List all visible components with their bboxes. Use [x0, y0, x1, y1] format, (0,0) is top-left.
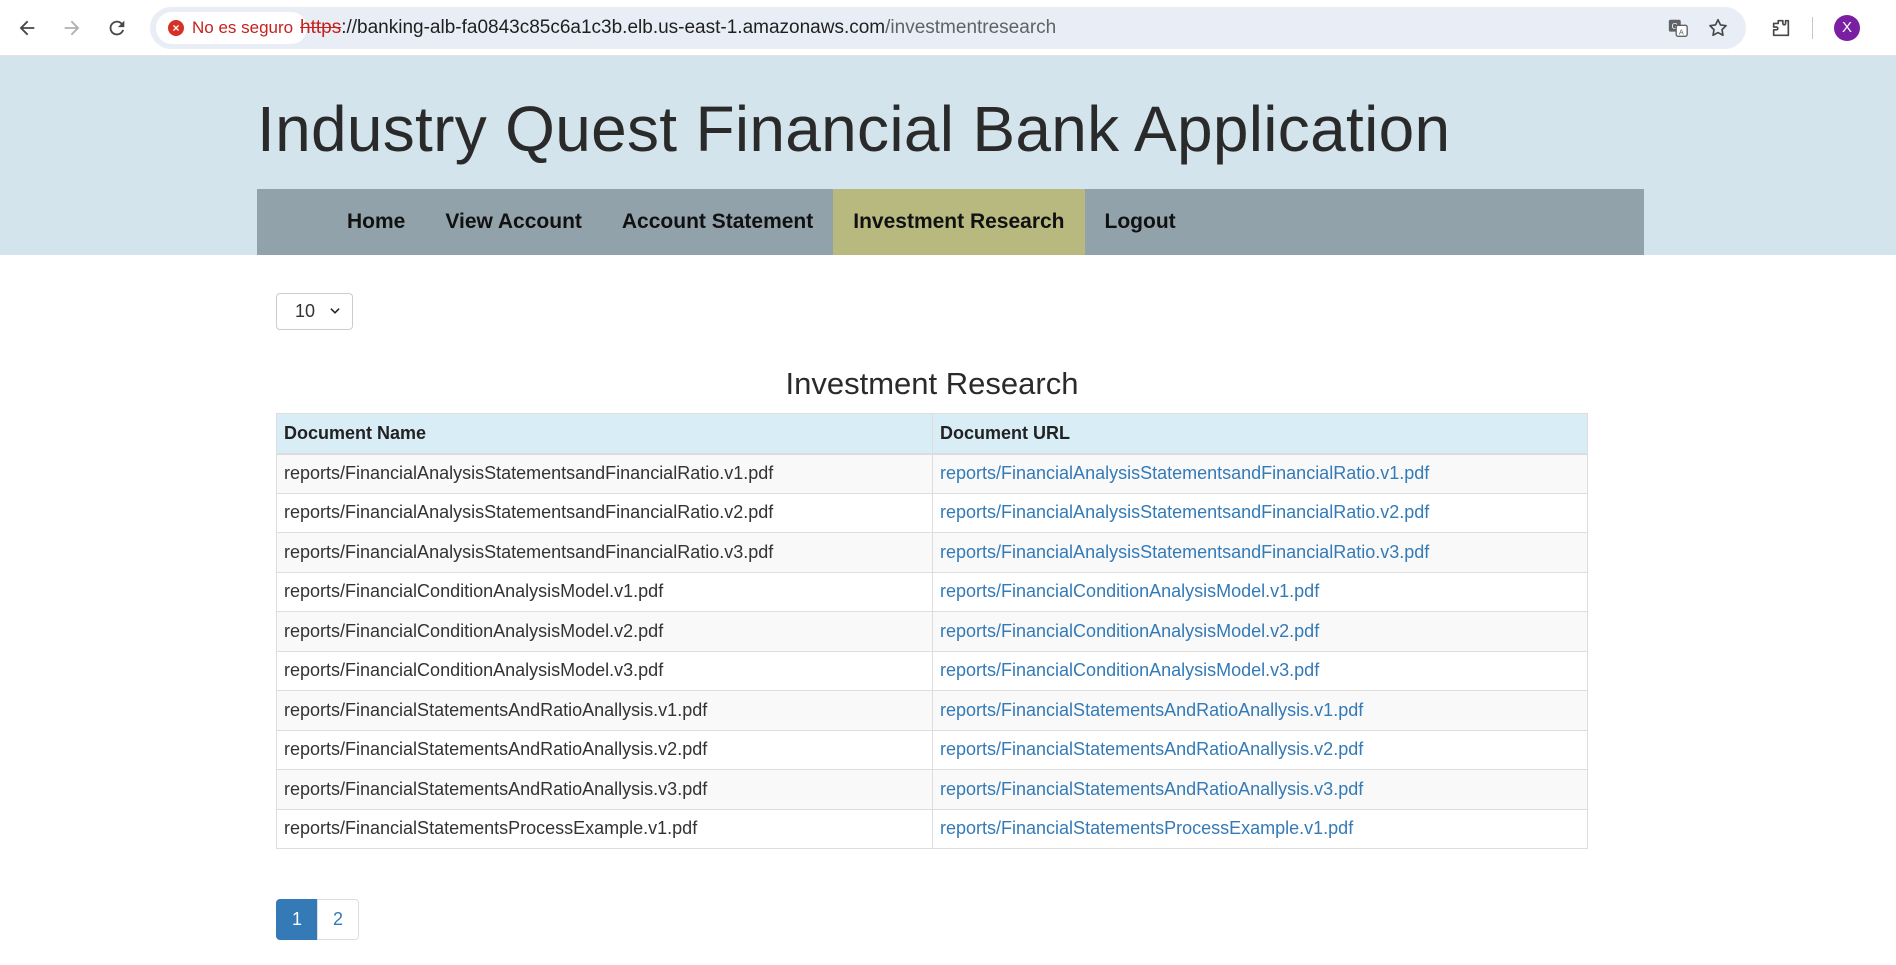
chevron-down-icon: [330, 308, 340, 314]
document-link[interactable]: reports/FinancialConditionAnalysisModel.…: [940, 621, 1319, 641]
table-row: reports/FinancialConditionAnalysisModel.…: [276, 611, 1588, 652]
extensions-icon[interactable]: [1765, 12, 1797, 44]
document-url-cell: reports/FinancialAnalysisStatementsandFi…: [932, 492, 1588, 533]
table-header-row: Document Name Document URL: [276, 413, 1588, 455]
bookmark-star-icon[interactable]: [1706, 16, 1730, 40]
reload-icon: [109, 20, 125, 36]
documents-table: Document Name Document URL reports/Finan…: [276, 413, 1588, 849]
document-name-cell: reports/FinancialConditionAnalysisModel.…: [276, 650, 933, 691]
document-url-cell: reports/FinancialStatementsAndRatioAnall…: [932, 690, 1588, 731]
address-bar[interactable]: × No es seguro https://banking-alb-fa084…: [150, 7, 1746, 49]
document-name-cell: reports/FinancialAnalysisStatementsandFi…: [276, 492, 933, 533]
page-size-select[interactable]: 10: [276, 293, 353, 330]
table-row: reports/FinancialStatementsAndRatioAnall…: [276, 729, 1588, 770]
document-name-cell: reports/FinancialStatementsAndRatioAnall…: [276, 729, 933, 770]
page-size-value: 10: [295, 301, 316, 321]
document-name-cell: reports/FinancialStatementsAndRatioAnall…: [276, 769, 933, 810]
nav-home[interactable]: Home: [327, 189, 425, 255]
document-url-cell: reports/FinancialConditionAnalysisModel.…: [932, 611, 1588, 652]
url-text[interactable]: https://banking-alb-fa0843c85c6a1c3b.elb…: [300, 7, 1056, 49]
document-link[interactable]: reports/FinancialStatementsAndRatioAnall…: [940, 700, 1363, 720]
document-url-cell: reports/FinancialStatementsAndRatioAnall…: [932, 729, 1588, 770]
nav-account-statement[interactable]: Account Statement: [602, 189, 833, 255]
main-navbar: Home View Account Account Statement Inve…: [257, 189, 1644, 255]
document-link[interactable]: reports/FinancialStatementsAndRatioAnall…: [940, 739, 1363, 759]
url-path: /investmentresearch: [885, 17, 1057, 38]
security-label: No es seguro: [192, 18, 294, 37]
nav-investment-research[interactable]: Investment Research: [833, 189, 1085, 255]
document-link[interactable]: reports/FinancialConditionAnalysisModel.…: [940, 581, 1319, 601]
document-url-cell: reports/FinancialAnalysisStatementsandFi…: [932, 453, 1588, 494]
document-name-cell: reports/FinancialStatementsProcessExampl…: [276, 808, 933, 849]
page-button-2[interactable]: 2: [317, 899, 359, 940]
document-url-cell: reports/FinancialConditionAnalysisModel.…: [932, 571, 1588, 612]
table-row: reports/FinancialStatementsAndRatioAnall…: [276, 690, 1588, 731]
security-indicator[interactable]: × No es seguro: [156, 12, 308, 44]
url-host: ://banking-alb-fa0843c85c6a1c3b.elb.us-e…: [341, 17, 886, 38]
arrow-right-icon: [64, 20, 80, 36]
forward-button[interactable]: [54, 10, 90, 46]
document-url-cell: reports/FinancialStatementsProcessExampl…: [932, 808, 1588, 849]
translate-icon[interactable]: GA: [1666, 16, 1690, 40]
nav-logout[interactable]: Logout: [1085, 189, 1196, 255]
document-link[interactable]: reports/FinancialAnalysisStatementsandFi…: [940, 542, 1429, 562]
document-name-cell: reports/FinancialAnalysisStatementsandFi…: [276, 453, 933, 494]
page-button-1[interactable]: 1: [276, 899, 318, 940]
page-header: Industry Quest Financial Bank Applicatio…: [0, 56, 1896, 255]
table-row: reports/FinancialConditionAnalysisModel.…: [276, 650, 1588, 691]
profile-avatar[interactable]: X: [1834, 15, 1860, 41]
document-name-cell: reports/FinancialAnalysisStatementsandFi…: [276, 532, 933, 573]
app-title: Industry Quest Financial Bank Applicatio…: [257, 93, 1451, 165]
document-link[interactable]: reports/FinancialConditionAnalysisModel.…: [940, 660, 1319, 680]
pagination: 1 2: [276, 899, 359, 940]
document-url-cell: reports/FinancialConditionAnalysisModel.…: [932, 650, 1588, 691]
table-row: reports/FinancialStatementsAndRatioAnall…: [276, 769, 1588, 810]
nav-view-account[interactable]: View Account: [425, 189, 602, 255]
table-row: reports/FinancialAnalysisStatementsandFi…: [276, 492, 1588, 533]
document-link[interactable]: reports/FinancialAnalysisStatementsandFi…: [940, 463, 1429, 483]
document-link[interactable]: reports/FinancialAnalysisStatementsandFi…: [940, 502, 1429, 522]
table-row: reports/FinancialAnalysisStatementsandFi…: [276, 532, 1588, 573]
table-row: reports/FinancialStatementsProcessExampl…: [276, 808, 1588, 849]
back-button[interactable]: [9, 10, 45, 46]
document-url-cell: reports/FinancialAnalysisStatementsandFi…: [932, 532, 1588, 573]
url-scheme: https: [300, 17, 342, 38]
arrow-left-icon: [19, 20, 35, 36]
document-link[interactable]: reports/FinancialStatementsProcessExampl…: [940, 818, 1353, 838]
error-icon: ×: [168, 20, 184, 36]
browser-toolbar: × No es seguro https://banking-alb-fa084…: [0, 0, 1896, 56]
table-row: reports/FinancialAnalysisStatementsandFi…: [276, 453, 1588, 494]
column-header-document-name: Document Name: [276, 413, 933, 455]
section-title: Investment Research: [785, 366, 1079, 401]
document-name-cell: reports/FinancialStatementsAndRatioAnall…: [276, 690, 933, 731]
document-name-cell: reports/FinancialConditionAnalysisModel.…: [276, 571, 933, 612]
document-url-cell: reports/FinancialStatementsAndRatioAnall…: [932, 769, 1588, 810]
document-link[interactable]: reports/FinancialStatementsAndRatioAnall…: [940, 779, 1363, 799]
svg-text:A: A: [1679, 27, 1684, 36]
column-header-document-url: Document URL: [932, 413, 1588, 455]
toolbar-divider: [1812, 17, 1813, 39]
reload-button[interactable]: [99, 10, 135, 46]
table-row: reports/FinancialConditionAnalysisModel.…: [276, 571, 1588, 612]
document-name-cell: reports/FinancialConditionAnalysisModel.…: [276, 611, 933, 652]
